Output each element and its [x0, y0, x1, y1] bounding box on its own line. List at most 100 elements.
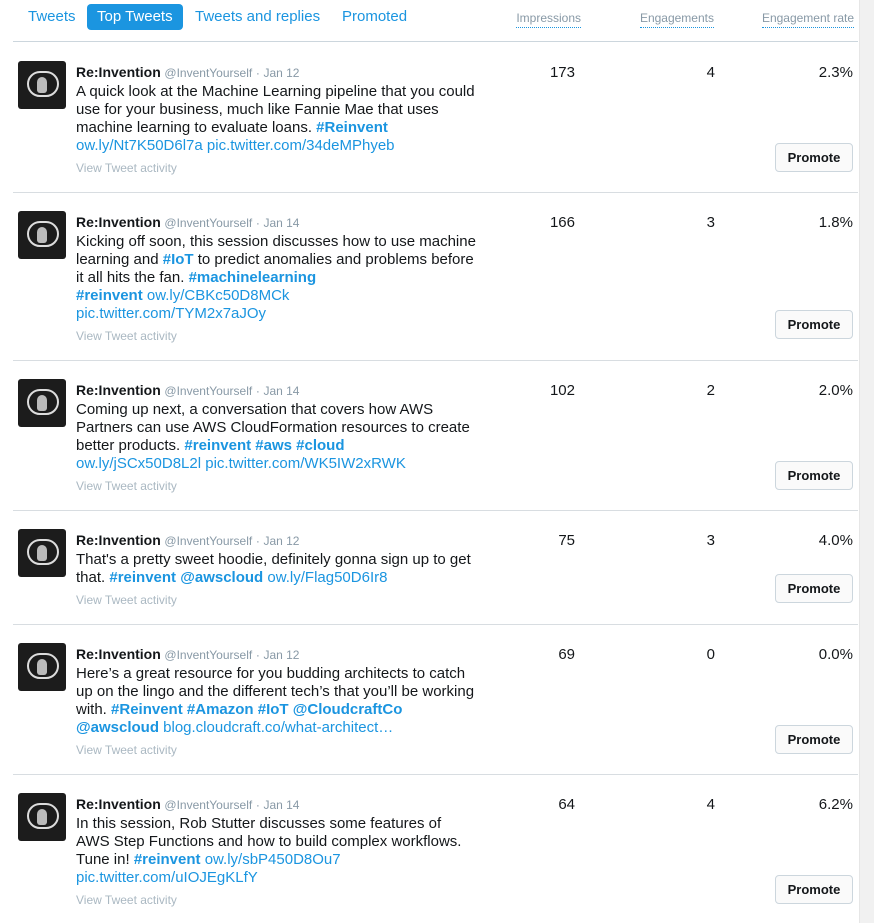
promote-button[interactable]: Promote: [775, 574, 853, 603]
column-header-engagements[interactable]: Engagements: [639, 11, 714, 28]
hashtag-link[interactable]: #IoT: [163, 251, 194, 268]
tweet-row[interactable]: Re:Invention @InventYourself · Jan 14 Ki…: [13, 192, 858, 361]
hashtag-link[interactable]: #machinelearning: [189, 269, 317, 286]
lightbulb-icon: [37, 395, 47, 411]
promote-button[interactable]: Promote: [775, 143, 853, 172]
mention-link[interactable]: @awscloud: [180, 569, 263, 586]
view-tweet-activity-link[interactable]: View Tweet activity: [76, 743, 476, 757]
hashtag-link[interactable]: #aws: [255, 437, 292, 454]
hashtag-link[interactable]: #cloud: [296, 437, 344, 454]
column-header-engagement-rate[interactable]: Engagement rate: [761, 11, 854, 28]
account-handle[interactable]: @InventYourself: [164, 384, 252, 398]
hashtag-link[interactable]: #reinvent: [76, 287, 143, 304]
tweet-meta: Re:Invention @InventYourself · Jan 14: [76, 796, 476, 813]
tweet-date[interactable]: Jan 12: [263, 648, 299, 662]
engagements-value: 4: [706, 64, 715, 81]
impressions-value: 166: [549, 214, 575, 231]
tweet-content: Re:Invention @InventYourself · Jan 14 Ki…: [76, 214, 476, 343]
url-link[interactable]: ow.ly/Nt7K50D6l7a: [76, 137, 203, 154]
tweet-date[interactable]: Jan 14: [263, 216, 299, 230]
mention-link[interactable]: @awscloud: [76, 719, 159, 736]
engagement-rate-value: 2.3%: [818, 64, 853, 81]
promote-button[interactable]: Promote: [775, 461, 853, 490]
url-link[interactable]: pic.twitter.com/uIOJEgKLfY: [76, 869, 258, 886]
lightbulb-icon: [37, 545, 47, 561]
view-tweet-activity-link[interactable]: View Tweet activity: [76, 893, 476, 907]
separator-dot: ·: [255, 66, 260, 80]
account-handle[interactable]: @InventYourself: [164, 798, 252, 812]
engagements-value: 3: [706, 532, 715, 549]
tweet-text: Coming up next, a conversation that cove…: [76, 401, 476, 473]
tweet-text: A quick look at the Machine Learning pip…: [76, 83, 476, 155]
promote-button[interactable]: Promote: [775, 875, 853, 904]
view-tweet-activity-link[interactable]: View Tweet activity: [76, 479, 476, 493]
account-name[interactable]: Re:Invention: [76, 214, 161, 230]
avatar[interactable]: [18, 379, 66, 427]
engagement-rate-value: 1.8%: [818, 214, 853, 231]
hashtag-link[interactable]: #reinvent: [134, 851, 201, 868]
avatar[interactable]: [18, 529, 66, 577]
impressions-value: 173: [549, 64, 575, 81]
mention-link[interactable]: @CloudcraftCo: [293, 701, 403, 718]
avatar[interactable]: [18, 61, 66, 109]
tweet-date[interactable]: Jan 14: [263, 384, 299, 398]
hashtag-link[interactable]: #Reinvent: [111, 701, 183, 718]
account-handle[interactable]: @InventYourself: [164, 648, 252, 662]
tweet-date[interactable]: Jan 12: [263, 66, 299, 80]
url-link[interactable]: ow.ly/sbP450D8Ou7: [205, 851, 341, 868]
tweet-meta: Re:Invention @InventYourself · Jan 12: [76, 532, 476, 549]
tab-top-tweets[interactable]: Top Tweets: [87, 4, 183, 30]
tweet-date[interactable]: Jan 12: [263, 534, 299, 548]
scrollbar[interactable]: [859, 0, 874, 923]
hashtag-link[interactable]: #reinvent: [184, 437, 251, 454]
avatar[interactable]: [18, 793, 66, 841]
tab-bar: Tweets Top Tweets Tweets and replies Pro…: [0, 0, 874, 40]
tweet-date[interactable]: Jan 14: [263, 798, 299, 812]
separator-dot: ·: [255, 648, 260, 662]
impressions-value: 75: [558, 532, 575, 549]
tweet-row[interactable]: Re:Invention @InventYourself · Jan 12 Th…: [13, 510, 858, 625]
lightbulb-icon: [37, 659, 47, 675]
account-handle[interactable]: @InventYourself: [164, 66, 252, 80]
view-tweet-activity-link[interactable]: View Tweet activity: [76, 161, 476, 175]
tweet-row[interactable]: Re:Invention @InventYourself · Jan 12 A …: [13, 42, 858, 193]
account-handle[interactable]: @InventYourself: [164, 534, 252, 548]
avatar[interactable]: [18, 211, 66, 259]
hashtag-link[interactable]: #Reinvent: [316, 119, 388, 136]
url-link[interactable]: blog.cloudcraft.co/what-architect…: [163, 719, 393, 736]
url-link[interactable]: ow.ly/CBKc50D8MCk: [147, 287, 290, 304]
account-name[interactable]: Re:Invention: [76, 64, 161, 80]
url-link[interactable]: pic.twitter.com/34deMPhyeb: [207, 137, 395, 154]
account-handle[interactable]: @InventYourself: [164, 216, 252, 230]
url-link[interactable]: ow.ly/jSCx50D8L2l: [76, 455, 201, 472]
view-tweet-activity-link[interactable]: View Tweet activity: [76, 593, 476, 607]
tweet-text: Here’s a great resource for you budding …: [76, 665, 476, 737]
avatar[interactable]: [18, 643, 66, 691]
hashtag-link[interactable]: #IoT: [258, 701, 289, 718]
account-name[interactable]: Re:Invention: [76, 796, 161, 812]
lightbulb-icon: [37, 227, 47, 243]
tweet-row[interactable]: Re:Invention @InventYourself · Jan 14 In…: [13, 774, 858, 924]
impressions-value: 69: [558, 646, 575, 663]
view-tweet-activity-link[interactable]: View Tweet activity: [76, 329, 476, 343]
engagement-rate-value: 6.2%: [818, 796, 853, 813]
account-name[interactable]: Re:Invention: [76, 382, 161, 398]
url-link[interactable]: ow.ly/Flag50D6Ir8: [267, 569, 387, 586]
url-link[interactable]: pic.twitter.com/TYM2x7aJOy: [76, 305, 266, 322]
text-segment: A quick look at the Machine Learning pip…: [76, 83, 475, 136]
column-header-impressions[interactable]: Impressions: [516, 11, 581, 28]
hashtag-link[interactable]: #Amazon: [187, 701, 254, 718]
engagements-value: 3: [706, 214, 715, 231]
tab-tweets[interactable]: Tweets: [18, 4, 86, 30]
account-name[interactable]: Re:Invention: [76, 532, 161, 548]
url-link[interactable]: pic.twitter.com/WK5IW2xRWK: [205, 455, 406, 472]
tweet-row[interactable]: Re:Invention @InventYourself · Jan 12 He…: [13, 624, 858, 775]
tweet-content: Re:Invention @InventYourself · Jan 12 A …: [76, 64, 476, 175]
promote-button[interactable]: Promote: [775, 310, 853, 339]
promote-button[interactable]: Promote: [775, 725, 853, 754]
tab-tweets-and-replies[interactable]: Tweets and replies: [185, 4, 330, 30]
tweet-row[interactable]: Re:Invention @InventYourself · Jan 14 Co…: [13, 360, 858, 511]
hashtag-link[interactable]: #reinvent: [109, 569, 176, 586]
account-name[interactable]: Re:Invention: [76, 646, 161, 662]
tab-promoted[interactable]: Promoted: [332, 4, 417, 30]
